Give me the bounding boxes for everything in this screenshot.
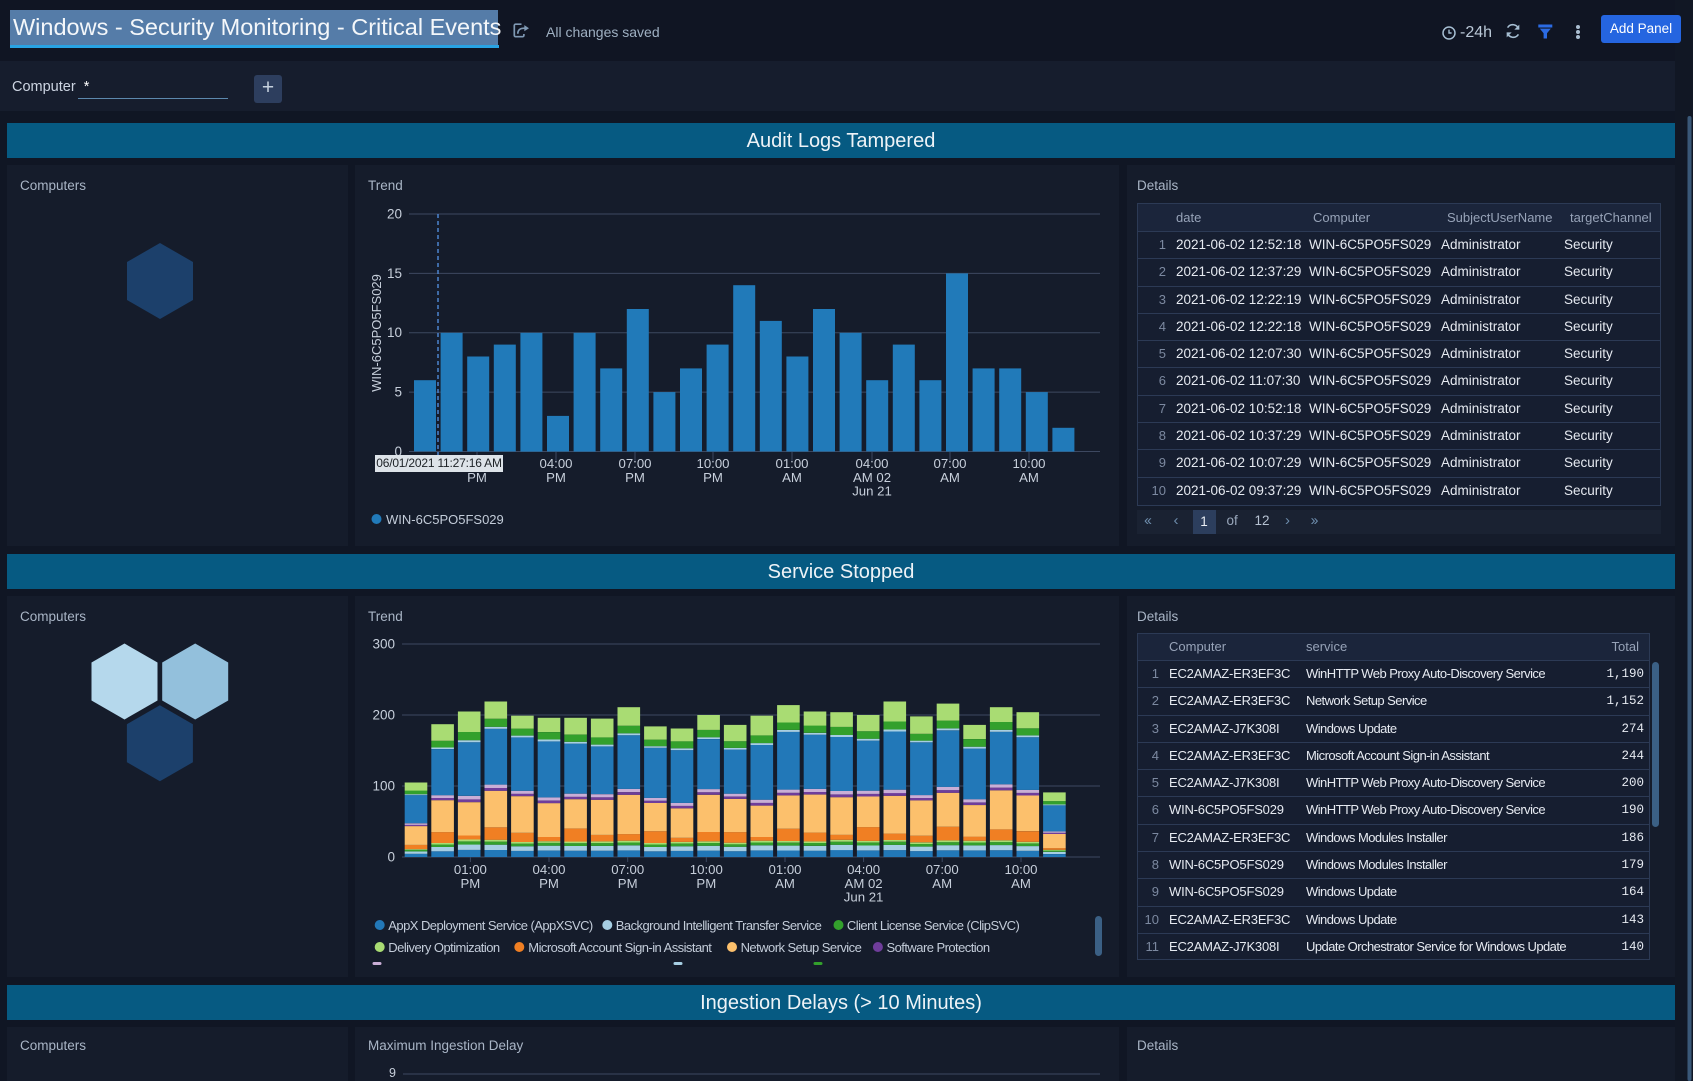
svg-text:07:00: 07:00 xyxy=(933,456,966,471)
svg-text:01:00: 01:00 xyxy=(775,456,808,471)
svg-text:10:00: 10:00 xyxy=(1004,862,1037,877)
svg-text:Jun 21: Jun 21 xyxy=(844,890,884,905)
svg-text:07:00: 07:00 xyxy=(611,862,644,877)
svg-text:01:00: 01:00 xyxy=(454,862,487,877)
svg-text:10:00: 10:00 xyxy=(696,456,729,471)
svg-text:200: 200 xyxy=(372,708,395,723)
svg-text:AM 02: AM 02 xyxy=(853,470,891,485)
svg-text:AM: AM xyxy=(1011,876,1031,891)
svg-text:100: 100 xyxy=(372,779,395,794)
svg-text:PM: PM xyxy=(618,876,638,891)
svg-text:04:00: 04:00 xyxy=(847,862,880,877)
svg-text:01:00: 01:00 xyxy=(768,862,801,877)
svg-text:PM: PM xyxy=(467,470,487,485)
svg-text:Jun 21: Jun 21 xyxy=(852,484,892,499)
svg-text:PM: PM xyxy=(703,470,723,485)
svg-text:04:00: 04:00 xyxy=(532,862,565,877)
svg-text:AM: AM xyxy=(782,470,802,485)
svg-text:AM: AM xyxy=(932,876,952,891)
svg-text:WIN-6C5PO5FS029: WIN-6C5PO5FS029 xyxy=(369,274,384,392)
svg-text:10:00: 10:00 xyxy=(690,862,723,877)
svg-text:PM: PM xyxy=(625,470,645,485)
svg-text:0: 0 xyxy=(387,850,395,865)
svg-text:04:00: 04:00 xyxy=(855,456,888,471)
svg-text:20: 20 xyxy=(387,207,402,222)
svg-text:AM: AM xyxy=(775,876,795,891)
svg-text:15: 15 xyxy=(387,266,402,281)
svg-text:300: 300 xyxy=(372,637,395,652)
svg-text:PM: PM xyxy=(546,470,566,485)
svg-text:PM: PM xyxy=(696,876,716,891)
svg-text:10:00: 10:00 xyxy=(1012,456,1045,471)
svg-text:AM 02: AM 02 xyxy=(845,876,883,891)
svg-text:04:00: 04:00 xyxy=(539,456,572,471)
svg-text:07:00: 07:00 xyxy=(926,862,959,877)
svg-text:07:00: 07:00 xyxy=(618,456,651,471)
svg-text:10: 10 xyxy=(387,325,402,340)
svg-text:9: 9 xyxy=(389,1066,396,1080)
svg-text:AM: AM xyxy=(940,470,960,485)
svg-text:PM: PM xyxy=(539,876,559,891)
svg-text:5: 5 xyxy=(394,385,402,400)
svg-text:AM: AM xyxy=(1019,470,1039,485)
svg-text:PM: PM xyxy=(461,876,481,891)
